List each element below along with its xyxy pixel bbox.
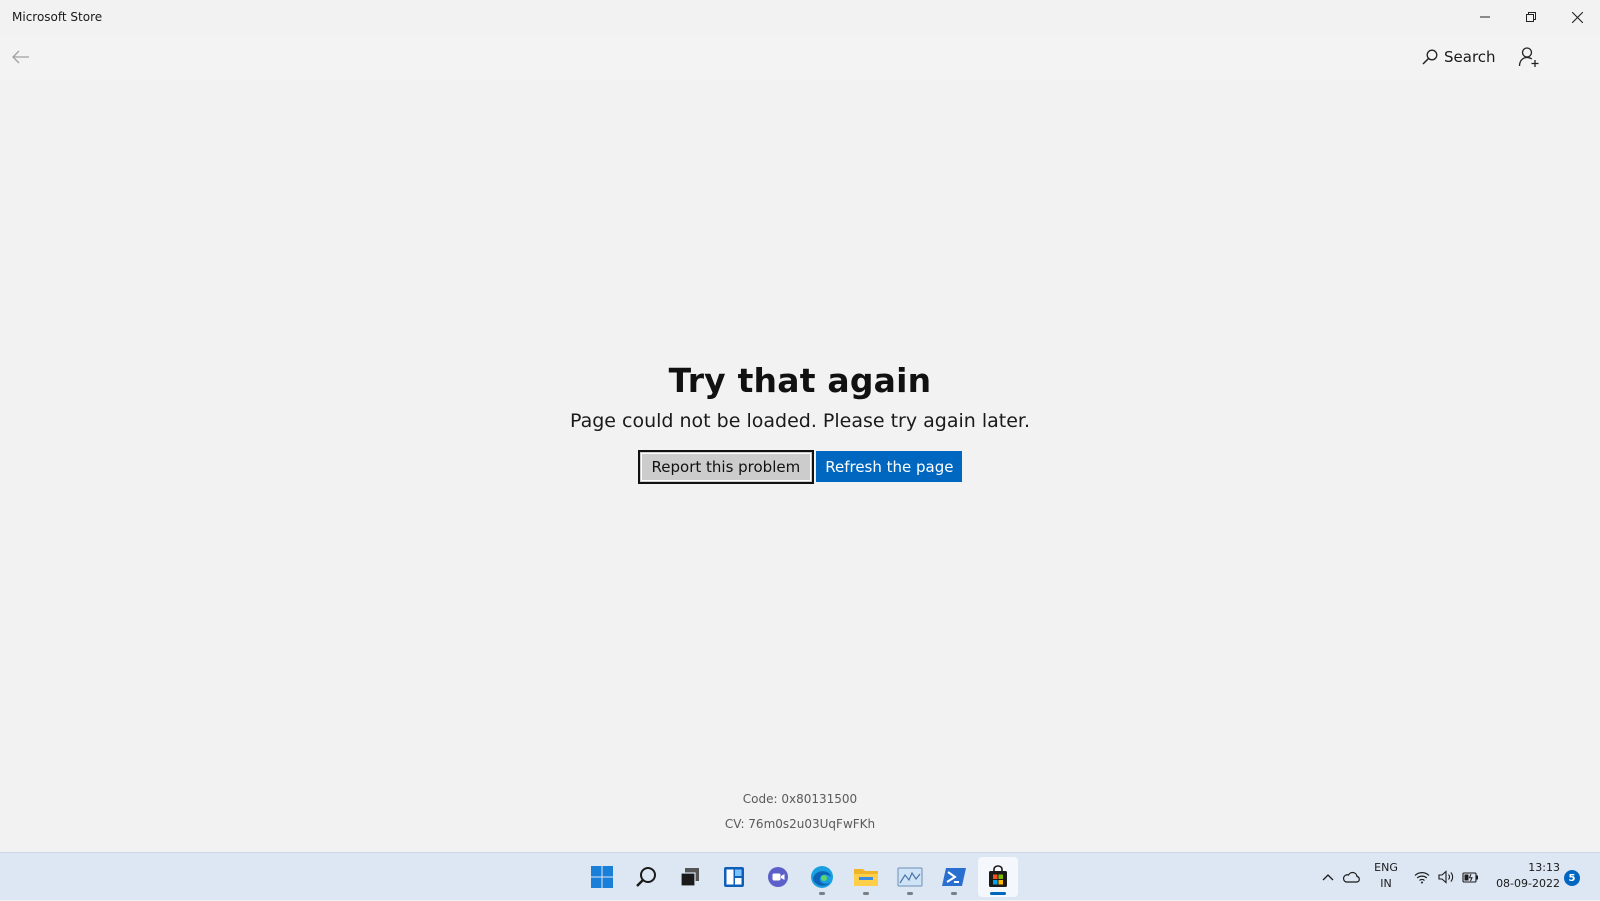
error-title: Try that again	[668, 361, 932, 400]
clock-time: 13:13	[1528, 861, 1560, 874]
store-header: Search	[0, 34, 1600, 80]
close-icon	[1571, 11, 1583, 23]
taskbar: ENG IN 13:13 08-09-2022 5	[0, 852, 1600, 900]
title-bar: Microsoft Store	[0, 0, 1600, 34]
error-panel: Try that again Page could not be loaded.…	[0, 360, 1600, 484]
volume-icon	[1437, 870, 1453, 884]
search-label: Search	[1444, 48, 1496, 66]
chevron-up-icon	[1322, 874, 1334, 881]
correlation-vector: CV: 76m0s2u03UqFwFKh	[724, 817, 876, 831]
onedrive-cloud-icon	[1342, 871, 1360, 883]
search-button[interactable]: Search	[1418, 42, 1500, 72]
report-problem-button[interactable]: Report this problem	[637, 450, 815, 484]
minimize-icon	[1480, 16, 1490, 18]
battery-button[interactable]	[1460, 867, 1480, 887]
wifi-icon	[1414, 871, 1430, 883]
restore-icon	[1526, 12, 1536, 22]
account-button[interactable]	[1512, 40, 1546, 74]
volume-button[interactable]	[1436, 867, 1456, 887]
restore-button[interactable]	[1508, 0, 1554, 34]
back-button[interactable]	[6, 42, 36, 72]
clock[interactable]: 13:13 08-09-2022	[1490, 860, 1560, 892]
error-actions: Report this problem Refresh the page	[0, 450, 1600, 484]
error-code: Code: 0x80131500	[742, 792, 858, 806]
error-message: Page could not be loaded. Please try aga…	[569, 410, 1031, 432]
battery-charging-icon	[1461, 872, 1478, 883]
wifi-button[interactable]	[1412, 867, 1432, 887]
refresh-page-button[interactable]: Refresh the page	[816, 451, 963, 482]
search-icon	[1422, 49, 1438, 65]
notification-badge[interactable]: 5	[1564, 870, 1580, 886]
input-language-indicator[interactable]: ENG IN	[1370, 860, 1402, 892]
window-title: Microsoft Store	[12, 10, 103, 24]
clock-date: 08-09-2022	[1496, 877, 1560, 890]
region-code: IN	[1380, 877, 1392, 890]
language-code: ENG	[1374, 861, 1398, 874]
back-arrow-icon	[12, 50, 29, 64]
error-codes: Code: 0x80131500 CV: 76m0s2u03UqFwFKh	[0, 787, 1600, 837]
show-hidden-icons-button[interactable]	[1318, 867, 1338, 887]
onedrive-button[interactable]	[1340, 867, 1362, 887]
microsoft-store-window: Microsoft Store Search Try that again Pa…	[0, 0, 1600, 852]
close-button[interactable]	[1554, 0, 1600, 34]
minimize-button[interactable]	[1462, 0, 1508, 34]
add-user-icon	[1518, 47, 1539, 67]
system-tray: ENG IN 13:13 08-09-2022 5	[0, 853, 1600, 901]
